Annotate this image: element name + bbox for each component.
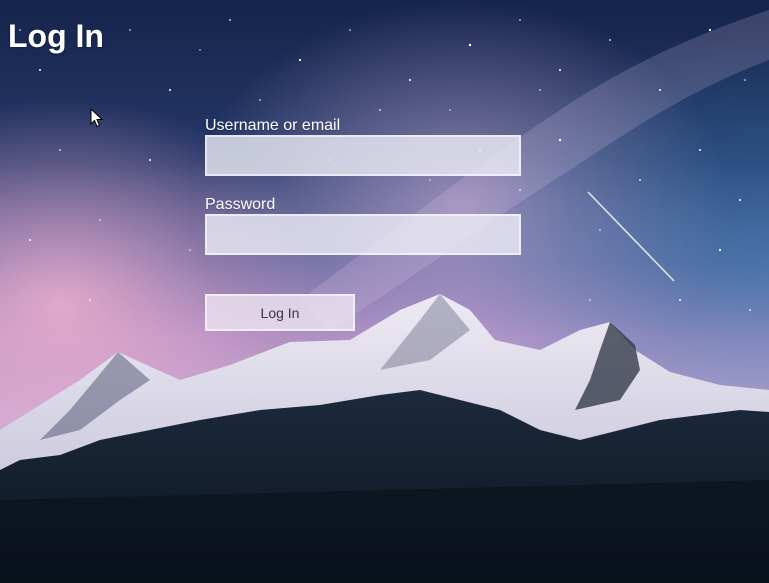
login-screen: Log In Username or email Password Log In <box>0 0 769 583</box>
username-label: Username or email <box>205 117 341 134</box>
page-title: Log In <box>8 18 104 54</box>
login-button[interactable]: Log In <box>205 294 355 331</box>
password-input[interactable] <box>205 214 521 255</box>
password-label: Password <box>205 196 276 213</box>
username-input[interactable] <box>205 135 521 176</box>
background-night-mountains <box>0 0 769 583</box>
mouse-cursor-icon <box>90 108 104 128</box>
